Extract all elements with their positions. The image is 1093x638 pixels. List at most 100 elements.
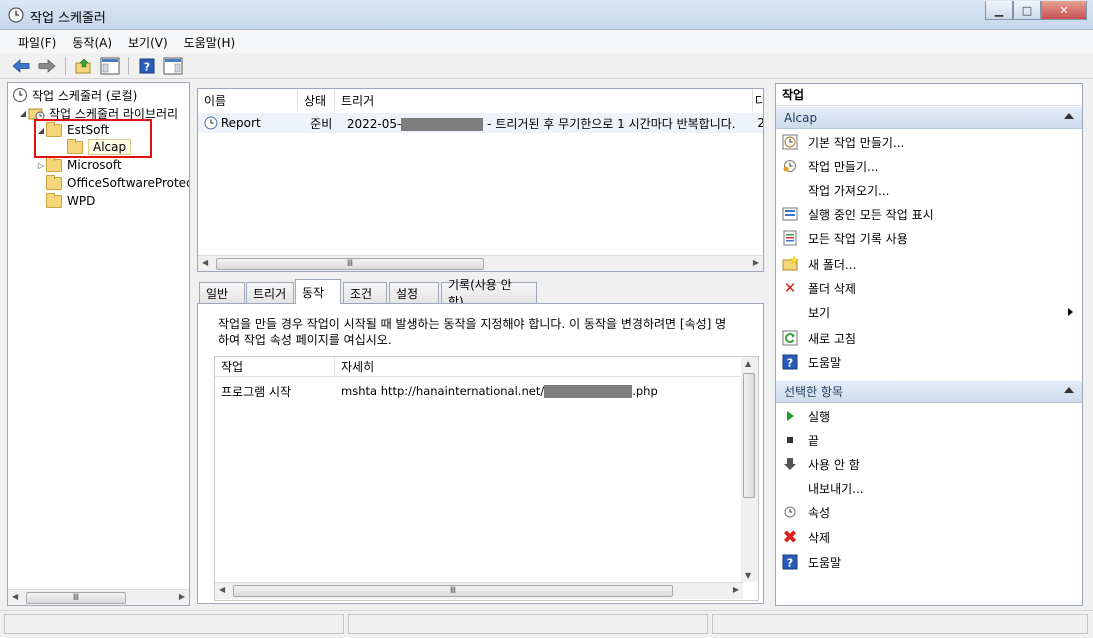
- action-end[interactable]: 끝: [782, 429, 1077, 451]
- action-delete[interactable]: ✖ 삭제: [782, 526, 1077, 548]
- actions-horizontal-scrollbar[interactable]: ◀ Ⅲ ▶: [215, 582, 743, 599]
- action-delete-folder[interactable]: ✕ 폴더 삭제: [782, 277, 1077, 299]
- menu-file[interactable]: 파일(F): [10, 34, 64, 51]
- action-display-running-tasks[interactable]: 실행 중인 모든 작업 표시: [782, 203, 1077, 225]
- scroll-thumb[interactable]: Ⅲ: [26, 592, 126, 604]
- maximize-button[interactable]: □: [1013, 1, 1041, 20]
- actions-table: 작업 자세히 프로그램 시작 mshta http://hanainternat…: [214, 356, 759, 601]
- action-help[interactable]: ? 도움말: [782, 351, 1077, 373]
- column-header-status[interactable]: 상태: [298, 89, 335, 111]
- up-folder-icon: [75, 58, 91, 73]
- action-view[interactable]: 보기: [782, 301, 1077, 323]
- action-label: 실행: [808, 409, 831, 424]
- tab-settings[interactable]: 설정: [389, 282, 439, 303]
- status-segment: [348, 614, 708, 634]
- table-row[interactable]: Report 준비 2022-05- - 트리거된 후 무기한으로 1 시간마다…: [198, 113, 763, 133]
- scroll-thumb[interactable]: Ⅲ: [216, 258, 484, 270]
- new-folder-icon: [782, 256, 798, 272]
- scroll-up-icon[interactable]: ▲: [745, 359, 751, 368]
- action-label: 작업 가져오기...: [808, 183, 890, 198]
- actions-pane-title: 작업: [776, 84, 1082, 106]
- collapse-triangle-icon[interactable]: [1064, 113, 1074, 119]
- show-hide-console-tree-button[interactable]: [99, 56, 121, 76]
- action-detail: mshta http://hanainternational.net/ .php: [335, 384, 658, 398]
- scroll-right-icon[interactable]: ▶: [733, 585, 739, 594]
- scroll-right-icon[interactable]: ▶: [753, 258, 759, 267]
- close-icon: ✕: [1059, 3, 1069, 17]
- action-label: 도움말: [808, 355, 842, 370]
- redacted-block: [544, 385, 633, 398]
- tab-general[interactable]: 일반: [199, 282, 245, 303]
- forward-button[interactable]: [36, 56, 58, 76]
- folder-icon: [46, 156, 62, 172]
- minimize-button[interactable]: ▁: [985, 1, 1013, 20]
- tab-actions[interactable]: 동작: [295, 279, 341, 304]
- console-tree: 작업 스케줄러 (로컬) ◢ 작업 스케줄러 라이브러리 ◢ EstSoft A…: [7, 82, 190, 606]
- action-properties[interactable]: 속성: [782, 501, 1077, 523]
- scroll-thumb[interactable]: [743, 373, 755, 498]
- action-enable-all-task-history[interactable]: 모든 작업 기록 사용: [782, 227, 1077, 249]
- action-label: 끝: [808, 433, 820, 448]
- menu-action[interactable]: 동작(A): [64, 34, 120, 51]
- tab-conditions[interactable]: 조건: [343, 282, 387, 303]
- tree-node-root[interactable]: 작업 스케줄러 (로컬): [12, 86, 137, 104]
- menu-bar: 파일(F) 동작(A) 보기(V) 도움말(H): [0, 31, 1093, 53]
- column-header-trigger[interactable]: 트리거: [335, 89, 753, 111]
- column-header-detail[interactable]: 자세히: [335, 357, 374, 376]
- show-hide-action-pane-button[interactable]: [162, 56, 184, 76]
- scroll-left-icon[interactable]: ◀: [202, 258, 208, 267]
- collapse-triangle-icon[interactable]: [1064, 387, 1074, 393]
- task-list: 이름 상태 트리거 다 Report 준비 2022-05- - 트리거된 후 …: [197, 88, 764, 272]
- task-trigger-start: 2022-05-: [346, 116, 402, 131]
- action-disable[interactable]: 사용 안 함: [782, 453, 1077, 475]
- list-horizontal-scrollbar[interactable]: ◀ Ⅲ ▶: [198, 255, 763, 271]
- svg-text:?: ?: [787, 357, 793, 370]
- action-label: 새 폴더...: [808, 257, 857, 272]
- tree-node-office[interactable]: OfficeSoftwareProtect: [36, 174, 189, 192]
- action-new-folder[interactable]: 새 폴더...: [782, 253, 1077, 275]
- help-button[interactable]: ?: [136, 56, 158, 76]
- action-label: 모든 작업 기록 사용: [808, 231, 908, 246]
- scroll-down-icon[interactable]: ▼: [745, 571, 751, 580]
- tree-label-wpd: WPD: [67, 194, 96, 208]
- scroll-right-icon[interactable]: ▶: [179, 592, 185, 601]
- up-folder-button[interactable]: [73, 56, 95, 76]
- menu-help[interactable]: 도움말(H): [176, 34, 244, 51]
- stop-icon: [782, 432, 798, 448]
- column-header-name[interactable]: 이름: [198, 89, 298, 111]
- scroll-thumb[interactable]: Ⅲ: [233, 585, 673, 597]
- section-label: 선택한 항목: [784, 385, 844, 399]
- action-export[interactable]: 내보내기...: [782, 477, 1077, 499]
- table-row[interactable]: 프로그램 시작 mshta http://hanainternational.n…: [215, 381, 743, 401]
- actions-vertical-scrollbar[interactable]: ▲ ▼: [741, 357, 758, 582]
- scroll-left-icon[interactable]: ◀: [12, 592, 18, 601]
- action-create-task[interactable]: 작업 만들기...: [782, 155, 1077, 177]
- scroll-left-icon[interactable]: ◀: [219, 585, 225, 594]
- collapsed-triangle-icon[interactable]: ▷: [36, 161, 46, 170]
- action-help-selected[interactable]: ? 도움말: [782, 551, 1077, 573]
- menu-view[interactable]: 보기(V): [120, 34, 176, 51]
- section-header-selected-item[interactable]: 선택한 항목: [776, 381, 1082, 403]
- window-title: 작업 스케줄러: [30, 11, 106, 26]
- action-refresh[interactable]: 새로 고침: [782, 327, 1077, 349]
- action-import-task[interactable]: 작업 가져오기...: [782, 179, 1077, 201]
- refresh-icon: [782, 330, 798, 346]
- action-run[interactable]: 실행: [782, 405, 1077, 427]
- column-header-action[interactable]: 작업: [215, 357, 335, 376]
- back-button[interactable]: [10, 56, 32, 76]
- tree-node-wpd[interactable]: WPD: [36, 192, 95, 210]
- section-header-alcap[interactable]: Alcap: [776, 107, 1082, 129]
- action-label: 삭제: [808, 530, 831, 545]
- maximize-icon: □: [1021, 3, 1033, 17]
- action-create-basic-task[interactable]: 기본 작업 만들기...: [782, 131, 1077, 153]
- task-trigger: 2022-05- - 트리거된 후 무기한으로 1 시간마다 반복합니다.: [341, 115, 755, 132]
- tab-triggers[interactable]: 트리거: [246, 282, 294, 303]
- close-button[interactable]: ✕: [1041, 1, 1087, 20]
- action-detail-start: mshta http://hanainternational.net/: [341, 384, 545, 398]
- tree-horizontal-scrollbar[interactable]: ◀ Ⅲ ▶: [8, 589, 189, 605]
- tab-history[interactable]: 기록(사용 안 함): [441, 278, 537, 309]
- task-clock-icon: [204, 116, 218, 130]
- column-header-next-run[interactable]: 다: [753, 89, 763, 111]
- tree-node-microsoft[interactable]: ▷ Microsoft: [36, 156, 122, 174]
- toolbar: ?: [0, 53, 1093, 79]
